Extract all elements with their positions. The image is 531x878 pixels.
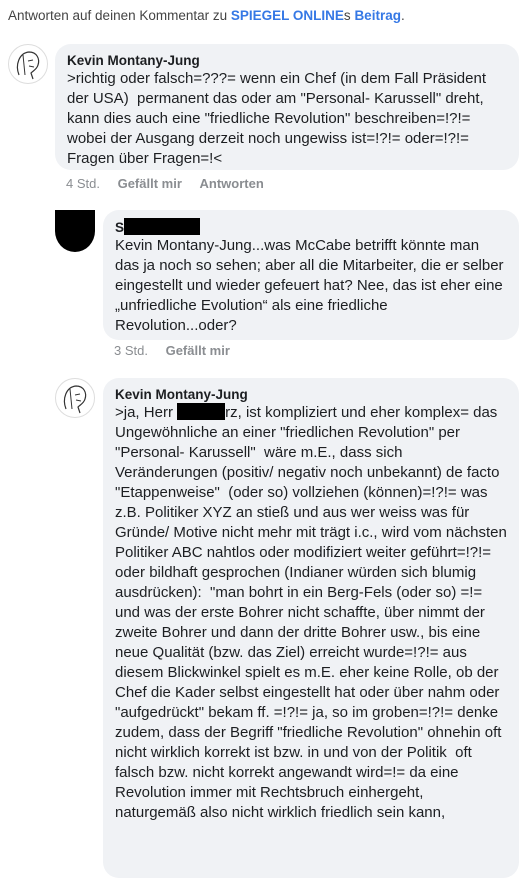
comment-bubble: S Kevin Montany-Jung...was McCabe betrif…: [103, 210, 519, 340]
text-redacted-tail: rz: [225, 404, 238, 421]
spiegel-online-link[interactable]: SPIEGEL ONLINE: [231, 8, 344, 23]
author-initial: S: [115, 220, 125, 235]
comment-actions: 3 Std. Gefällt mir: [114, 343, 244, 358]
redaction-bar: [124, 218, 201, 235]
notice-suffix: .: [400, 8, 405, 23]
comment-time[interactable]: 3 Std.: [114, 343, 148, 358]
comment-author[interactable]: Kevin Montany-Jung: [115, 386, 507, 403]
notice-middle: s: [343, 8, 355, 23]
comment-bubble: Kevin Montany-Jung >ja, Herr rz, ist kom…: [103, 378, 519, 878]
avatar-icon[interactable]: [55, 378, 95, 418]
post-link[interactable]: Beitrag: [354, 8, 401, 23]
text-after: , ist kompliziert und eher komplex= das …: [115, 404, 511, 821]
notice-prefix: Antworten auf deinen Kommentar zu: [8, 8, 231, 23]
like-button[interactable]: Gefällt mir: [118, 176, 182, 191]
reply-button[interactable]: Antworten: [200, 176, 264, 191]
avatar-icon[interactable]: [8, 44, 48, 84]
text-before: >ja, Herr: [115, 404, 178, 421]
comment-time[interactable]: 4 Std.: [66, 176, 100, 191]
avatar-redacted[interactable]: [55, 210, 95, 252]
comment-text: >richtig oder falsch=???= wenn ein Chef …: [67, 70, 491, 167]
comment-author[interactable]: S: [115, 218, 507, 236]
comment-author[interactable]: Kevin Montany-Jung: [67, 52, 507, 69]
comment-bubble: Kevin Montany-Jung >richtig oder falsch=…: [55, 44, 519, 170]
redaction-bar: [177, 403, 226, 420]
comment-actions: 4 Std. Gefällt mir Antworten: [66, 176, 278, 191]
comment-text: >ja, Herr rz, ist kompliziert und eher k…: [115, 403, 507, 823]
comment-text: Kevin Montany-Jung...was McCabe betrifft…: [115, 237, 508, 334]
like-button[interactable]: Gefällt mir: [166, 343, 230, 358]
reply-notice: Antworten auf deinen Kommentar zu SPIEGE…: [8, 8, 405, 23]
